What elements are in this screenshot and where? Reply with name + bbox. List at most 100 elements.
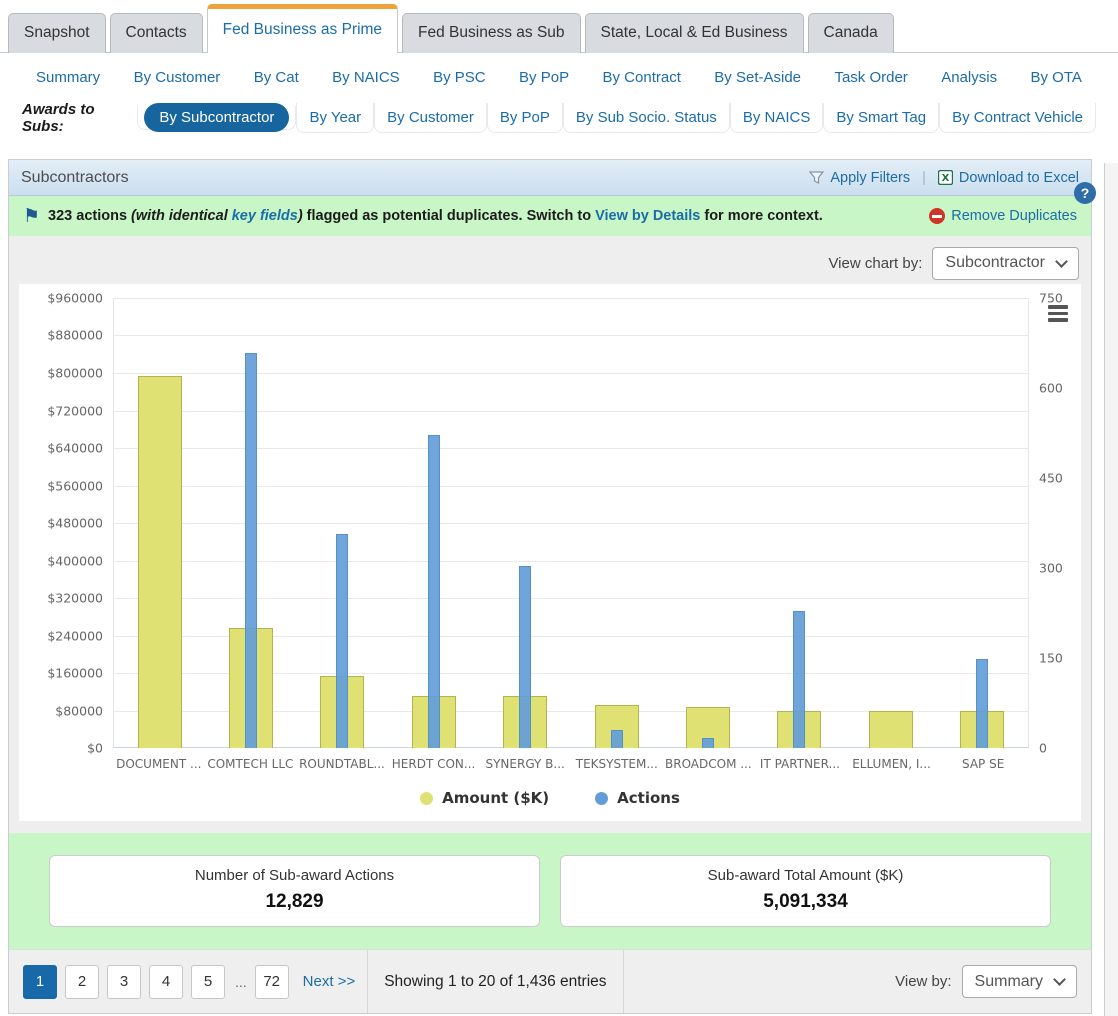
top-tab-bar: SnapshotContactsFed Business as PrimeFed… [0,0,1118,53]
apply-filters-button[interactable]: Apply Filters [809,170,910,186]
flag-icon: ⚑ [23,205,40,228]
tab-contacts[interactable]: Contacts [110,13,203,53]
bar-group-comtech-llc [205,298,296,748]
page-button-3[interactable]: 3 [107,965,141,999]
download-to-excel-button[interactable]: X Download to Excel [938,170,1079,186]
legend-dot [595,792,608,805]
bar-group-document [114,298,205,748]
bar-group-broadcom [662,298,753,748]
nav-link-by-pop[interactable]: By PoP [519,69,569,86]
nav-link-by-cat[interactable]: By Cat [254,69,299,86]
bar-plot [113,298,1029,748]
right-axis-tick: 300 [1039,561,1063,576]
tab-snapshot[interactable]: Snapshot [8,13,106,53]
legend-item-amount-k[interactable]: Amount ($K) [420,789,549,807]
subcontractors-panel: ? Subcontractors Apply Filters | X Downl… [8,159,1092,1014]
actions-bar[interactable] [976,659,988,748]
card-title: Number of Sub-award Actions [50,867,539,884]
tab-canada[interactable]: Canada [808,13,894,53]
page-button-1[interactable]: 1 [23,965,57,999]
nav-link-by-psc[interactable]: By PSC [433,69,486,86]
actions-bar[interactable] [519,566,531,748]
chart-plot-area: $960000$880000$800000$720000$640000$5600… [25,298,1075,748]
legend-label: Actions [617,789,680,807]
card-value: 5,091,334 [561,891,1050,913]
panel-header-actions: Apply Filters | X Download to Excel [809,170,1079,186]
nav-link-summary[interactable]: Summary [36,69,100,86]
chart-card: $960000$880000$800000$720000$640000$5600… [19,284,1081,821]
bar-group-sap-se [937,298,1028,748]
subs-tab-by-customer[interactable]: By Customer [374,103,487,133]
view-by-label: View by: [895,973,951,990]
actions-bar[interactable] [336,534,348,748]
divider [623,950,624,1013]
legend-dot [420,792,433,805]
x-axis-label: DOCUMENT ... [113,757,205,771]
legend-label: Amount ($K) [442,789,549,807]
left-axis-tick: $960000 [47,291,103,306]
nav-link-by-set-aside[interactable]: By Set-Aside [714,69,801,86]
pagination-bar: 12345 ... 72 Next >> Showing 1 to 20 of … [9,949,1091,1013]
page-button-last[interactable]: 72 [255,965,289,999]
nav-link-task-order[interactable]: Task Order [834,69,907,86]
actions-bar[interactable] [611,730,623,748]
bar-group-roundtabl [297,298,388,748]
left-axis-tick: $320000 [47,590,103,605]
key-fields-link[interactable]: key fields [232,208,298,224]
tab-state-local-ed-business[interactable]: State, Local & Ed Business [585,13,804,53]
sub-navigation: SummaryBy CustomerBy CatBy NAICSBy PSCBy… [0,53,1118,159]
nav-link-analysis[interactable]: Analysis [941,69,997,86]
bar-group-it-partner [754,298,845,748]
help-icon[interactable]: ? [1074,182,1096,204]
nav-link-by-ota[interactable]: By OTA [1031,69,1082,86]
nav-primary-row: Summary By Customer By Cat By NAICS By PSC By… [0,69,1118,86]
page-scrollbar[interactable] [1104,163,1118,1016]
tab-fed-business-as-prime[interactable]: Fed Business as Prime [207,4,398,53]
subs-tab-by-contract-vehicle[interactable]: By Contract Vehicle [939,103,1096,133]
x-axis-label: IT PARTNER... [754,757,846,771]
subs-tab-by-sub-socio-status[interactable]: By Sub Socio. Status [563,103,730,133]
left-axis-tick: $480000 [47,516,103,531]
chevron-down-icon [1053,973,1066,986]
chart-section: View chart by: Subcontractor $960000$880… [9,236,1091,833]
subs-tab-by-smart-tag[interactable]: By Smart Tag [823,103,939,133]
showing-entries-text: Showing 1 to 20 of 1,436 entries [368,973,622,991]
page-button-4[interactable]: 4 [149,965,183,999]
nav-link-by-naics[interactable]: By NAICS [332,69,400,86]
actions-bar[interactable] [702,738,714,748]
duplicates-banner: ⚑ 323 actions(with identicalkey fields)f… [9,196,1091,236]
view-chart-by-select[interactable]: Subcontractor [932,247,1079,280]
view-by-select[interactable]: Summary [962,965,1077,998]
chart-menu-icon[interactable] [1048,305,1068,322]
bar-group-herdt-con [388,298,479,748]
excel-icon: X [938,170,953,185]
sub-award-actions-card: Number of Sub-award Actions 12,829 [49,855,540,927]
subs-tab-by-year[interactable]: By Year [296,103,374,133]
x-axis-label: BROADCOM ... [663,757,755,771]
amount-bar[interactable] [138,376,182,748]
svg-text:X: X [942,173,950,184]
next-page-link[interactable]: Next >> [303,973,356,990]
view-by-details-link[interactable]: View by Details [595,208,700,224]
x-axis-label: HERDT CON... [388,757,480,771]
by-subcontractor-pill[interactable]: By Subcontractor [144,103,289,132]
subs-tab-by-subcontractor[interactable]: By Subcontractor [137,106,296,130]
actions-bar[interactable] [793,611,805,748]
page-button-2[interactable]: 2 [65,965,99,999]
chevron-down-icon [1055,255,1068,268]
panel-header: Subcontractors Apply Filters | X Downloa… [9,160,1091,196]
tab-fed-business-as-sub[interactable]: Fed Business as Sub [402,13,580,53]
subs-tab-by-naics[interactable]: By NAICS [730,103,824,133]
subs-tab-by-pop[interactable]: By PoP [487,103,563,133]
filter-funnel-icon [809,171,824,185]
summary-cards-section: Number of Sub-award Actions 12,829 Sub-a… [9,833,1091,949]
nav-link-by-customer[interactable]: By Customer [134,69,221,86]
x-axis-label: SYNERGY B... [479,757,571,771]
actions-bar[interactable] [428,435,440,748]
remove-duplicates-button[interactable]: Remove Duplicates [929,208,1077,224]
actions-bar[interactable] [245,353,257,748]
page-button-5[interactable]: 5 [191,965,225,999]
legend-item-actions[interactable]: Actions [595,789,680,807]
nav-link-by-contract[interactable]: By Contract [603,69,681,86]
amount-bar[interactable] [869,711,913,748]
